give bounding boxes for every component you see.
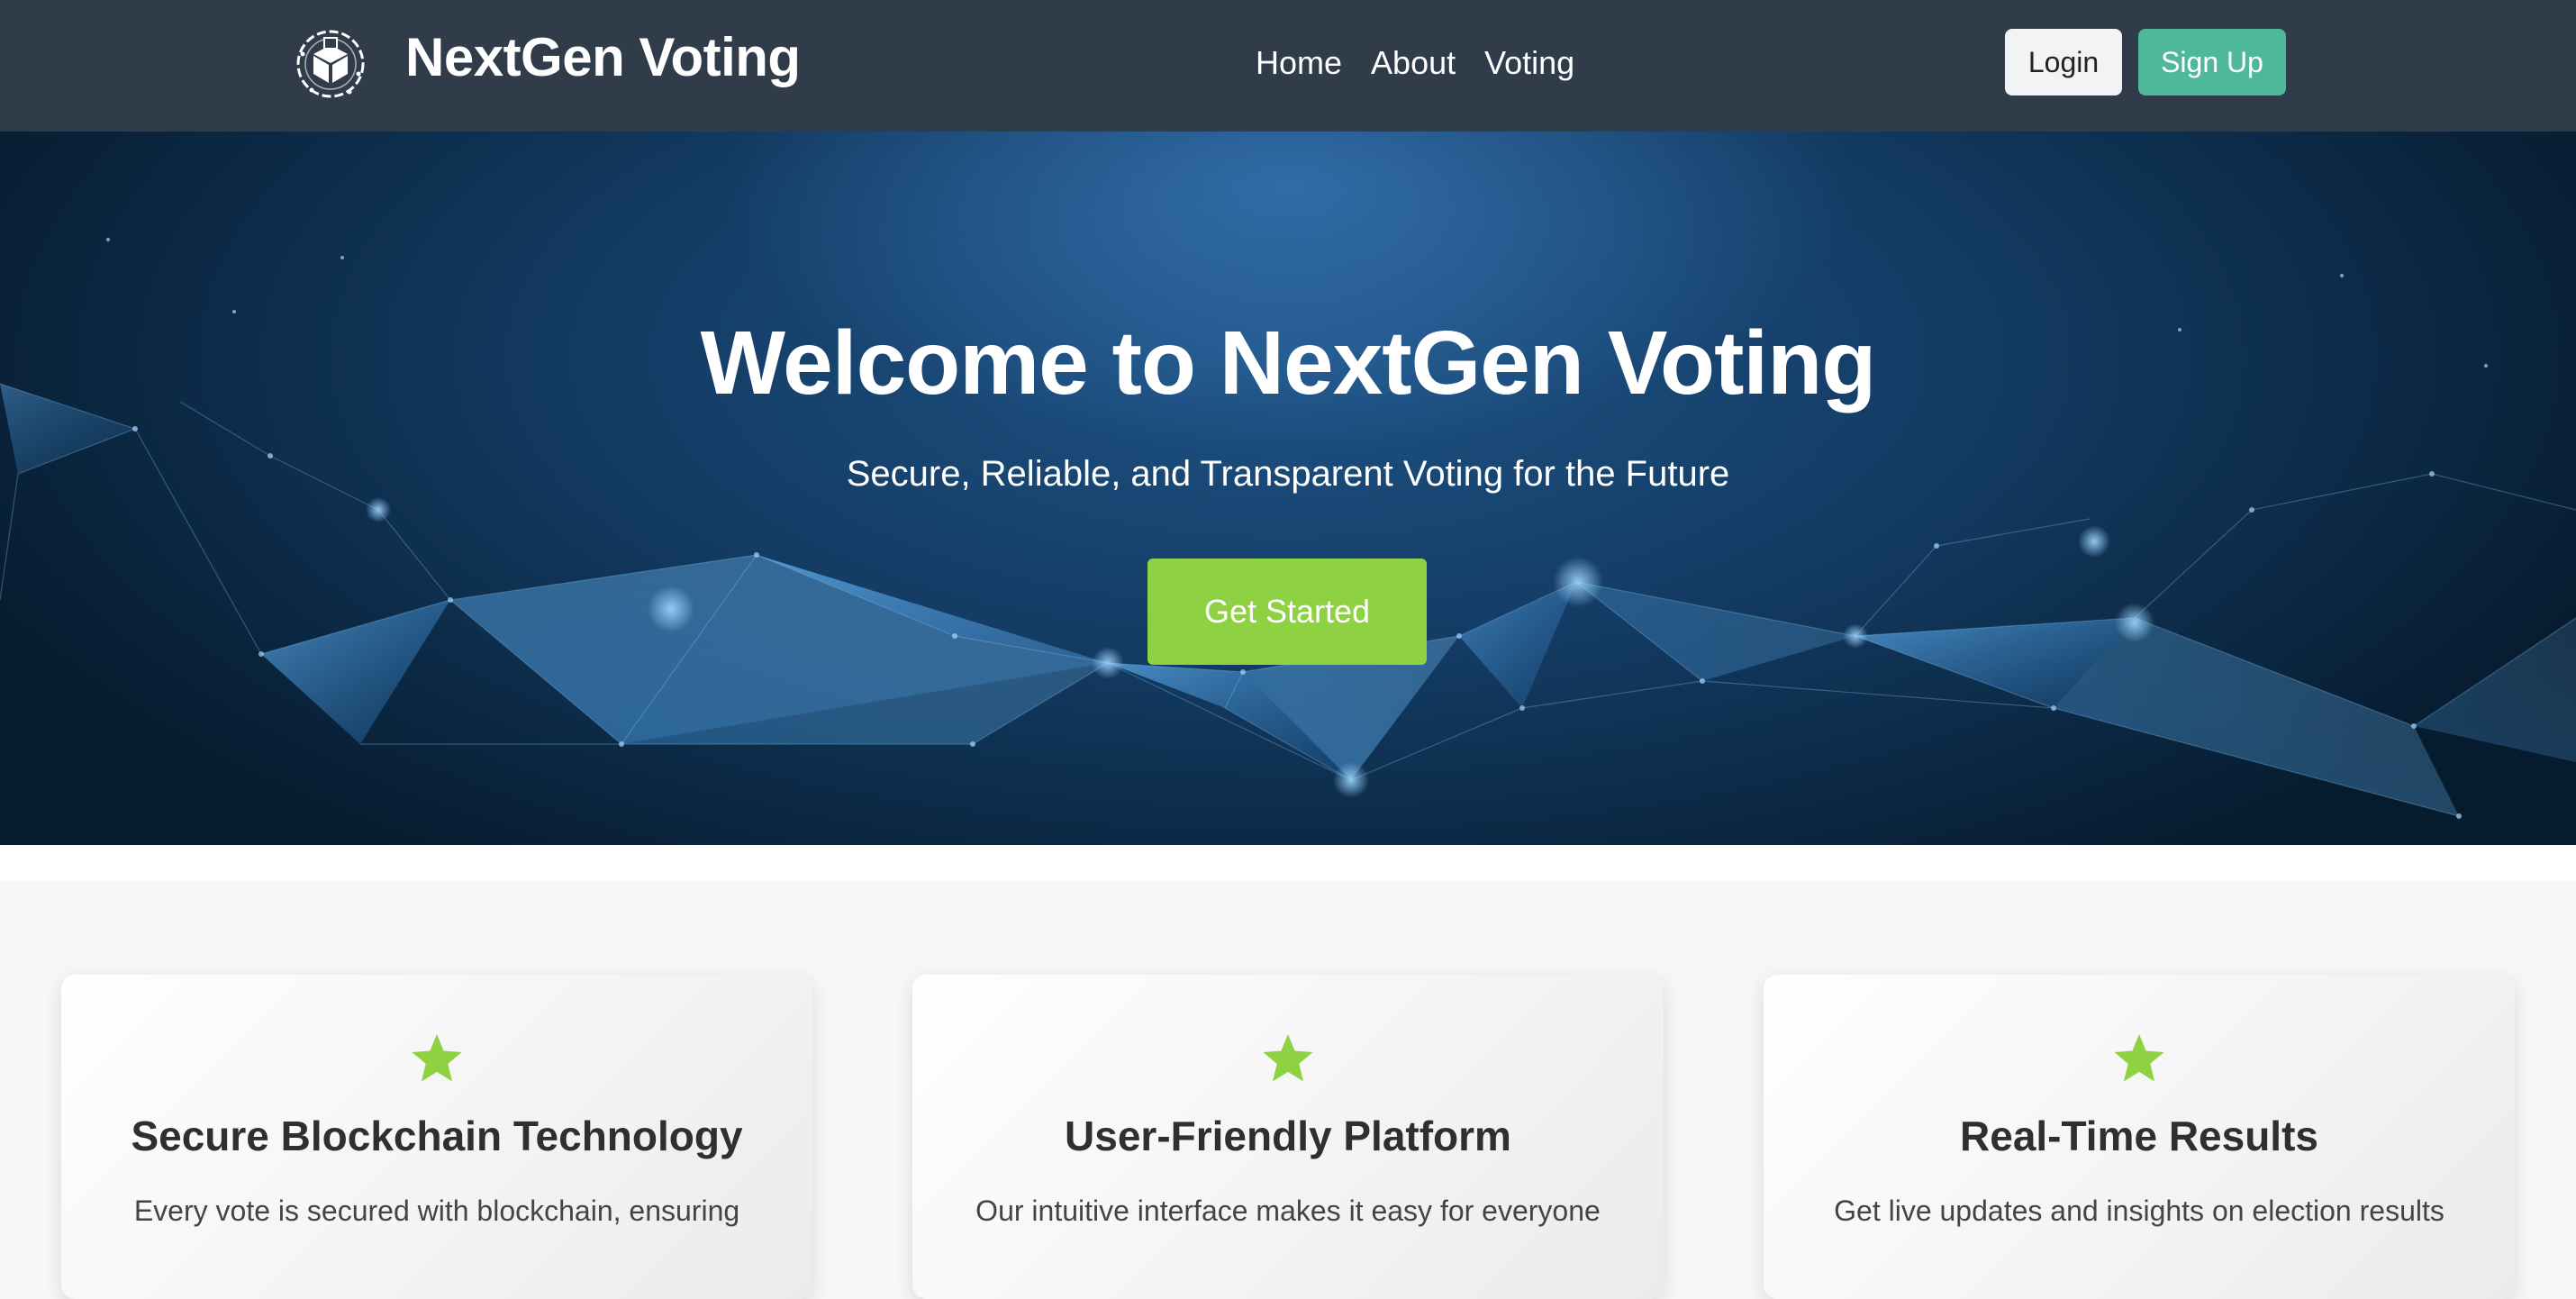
get-started-button[interactable]: Get Started [1147, 559, 1427, 665]
star-icon [412, 1034, 462, 1082]
feature-title: Secure Blockchain Technology [131, 1113, 743, 1159]
hero-section: Welcome to NextGen Voting Secure, Reliab… [0, 132, 2576, 845]
feature-card-user-friendly: User-Friendly Platform Our intuitive int… [912, 975, 1664, 1299]
star-icon [2114, 1034, 2164, 1082]
feature-description: Get live updates and insights on electio… [1834, 1195, 2444, 1227]
feature-description: Our intuitive interface makes it easy fo… [975, 1195, 1601, 1227]
ballot-box-logo-icon[interactable] [294, 27, 367, 101]
feature-title: Real-Time Results [1960, 1113, 2318, 1159]
hero-subtitle: Secure, Reliable, and Transparent Voting… [846, 454, 1730, 494]
feature-card-secure-blockchain: Secure Blockchain Technology Every vote … [61, 975, 812, 1299]
nav-link-home[interactable]: Home [1256, 36, 1342, 90]
nav-link-about[interactable]: About [1371, 36, 1456, 90]
hero-title: Welcome to NextGen Voting [700, 313, 1877, 413]
nav-link-voting[interactable]: Voting [1484, 36, 1574, 90]
main-nav: Home About Voting [1256, 36, 1574, 90]
star-icon [1263, 1034, 1313, 1082]
section-divider [0, 845, 2576, 881]
features-section: Secure Blockchain Technology Every vote … [0, 881, 2576, 1299]
feature-description: Every vote is secured with blockchain, e… [133, 1195, 740, 1227]
login-button[interactable]: Login [2005, 29, 2122, 95]
feature-card-real-time-results: Real-Time Results Get live updates and i… [1764, 975, 2515, 1299]
feature-title: User-Friendly Platform [1065, 1113, 1511, 1159]
signup-button[interactable]: Sign Up [2138, 29, 2286, 95]
navbar: NextGen Voting Home About Voting Login S… [0, 0, 2576, 132]
brand-name[interactable]: NextGen Voting [405, 25, 801, 90]
